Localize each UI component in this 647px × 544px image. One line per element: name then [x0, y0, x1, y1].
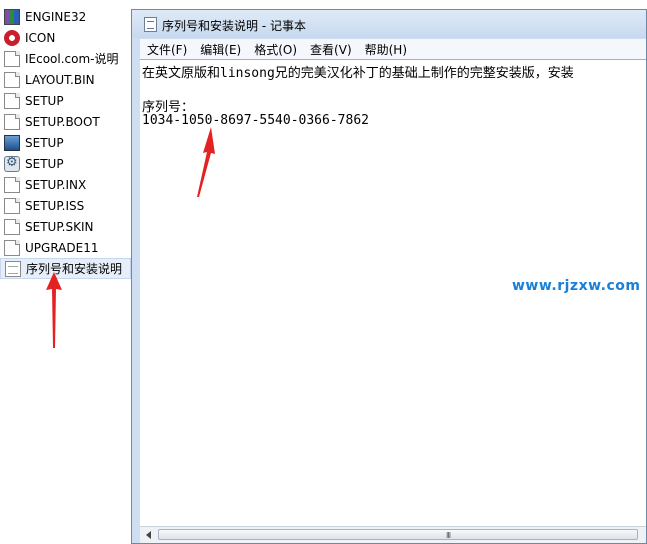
- menu-format[interactable]: 格式(O): [254, 41, 297, 58]
- notepad-icon: [144, 17, 157, 32]
- settings-file-icon: [4, 155, 20, 172]
- document-icon: [4, 239, 20, 256]
- menu-edit[interactable]: 编辑(E): [200, 41, 241, 58]
- file-item-setup-iss[interactable]: SETUP.ISS: [0, 195, 131, 216]
- file-item-setup-inx[interactable]: SETUP.INX: [0, 174, 131, 195]
- file-item-setup[interactable]: SETUP: [0, 90, 131, 111]
- file-item-layout-bin[interactable]: LAYOUT.BIN: [0, 69, 131, 90]
- file-name: SETUP: [25, 93, 64, 108]
- horizontal-scrollbar[interactable]: III: [140, 526, 646, 543]
- menu-view[interactable]: 查看(V): [310, 41, 352, 58]
- window-title: 序列号和安装说明 - 记事本: [162, 19, 306, 33]
- text-file-icon: [5, 260, 21, 277]
- document-icon: [4, 50, 20, 67]
- document-icon: [4, 218, 20, 235]
- file-name: SETUP: [25, 156, 64, 171]
- file-name: ICON: [25, 30, 56, 45]
- icon-file-icon: [4, 29, 20, 46]
- file-item-iecool-readme[interactable]: IEcool.com-说明: [0, 48, 131, 69]
- file-item-setup-boot[interactable]: SETUP.BOOT: [0, 111, 131, 132]
- file-item-setup-exe[interactable]: SETUP: [0, 132, 131, 153]
- notepad-window: 序列号和安装说明 - 记事本 文件(F) 编辑(E) 格式(O) 查看(V) 帮…: [131, 9, 647, 544]
- document-icon: [4, 197, 20, 214]
- annotation-arrow-file-icon: [46, 272, 62, 348]
- document-icon: [4, 71, 20, 88]
- file-name: SETUP.ISS: [25, 198, 85, 213]
- file-name: SETUP.BOOT: [25, 114, 100, 129]
- file-name: SETUP.INX: [25, 177, 87, 192]
- winrar-archive-icon: [4, 8, 20, 25]
- scrollbar-thumb[interactable]: III: [158, 529, 638, 540]
- file-item-upgrade11[interactable]: UPGRADE11: [0, 237, 131, 258]
- file-name: 序列号和安装说明: [26, 262, 123, 276]
- title-bar[interactable]: 序列号和安装说明 - 记事本: [132, 10, 646, 38]
- document-icon: [4, 92, 20, 109]
- document-icon: [4, 176, 20, 193]
- file-name: IEcool.com-说明: [25, 52, 119, 66]
- file-name: ENGINE32: [25, 9, 87, 24]
- document-icon: [4, 113, 20, 130]
- text-line-serial-number: 1034-1050-8697-5540-0366-7862: [142, 113, 369, 128]
- file-item-setup-ini[interactable]: SETUP: [0, 153, 131, 174]
- file-item-setup-skin[interactable]: SETUP.SKIN: [0, 216, 131, 237]
- file-name: SETUP.SKIN: [25, 219, 94, 234]
- scroll-left-arrow-icon[interactable]: [146, 531, 151, 539]
- file-item-engine32[interactable]: ENGINE32: [0, 6, 131, 27]
- text-line-intro: 在英文原版和linsong兄的完美汉化补丁的基础上制作的完整安装版，安装: [142, 66, 574, 81]
- menu-help[interactable]: 帮助(H): [365, 41, 407, 58]
- file-item-icon[interactable]: ICON: [0, 27, 131, 48]
- scrollbar-grip-icon: III: [446, 531, 451, 540]
- menu-bar: 文件(F) 编辑(E) 格式(O) 查看(V) 帮助(H): [140, 39, 646, 59]
- file-name: LAYOUT.BIN: [25, 72, 95, 87]
- installer-icon: [4, 134, 20, 151]
- watermark: www.rjzxw.com: [512, 278, 641, 294]
- annotation-arrow-serial-icon: [197, 127, 215, 197]
- menu-file[interactable]: 文件(F): [147, 41, 187, 58]
- file-name: UPGRADE11: [25, 240, 99, 255]
- file-name: SETUP: [25, 135, 64, 150]
